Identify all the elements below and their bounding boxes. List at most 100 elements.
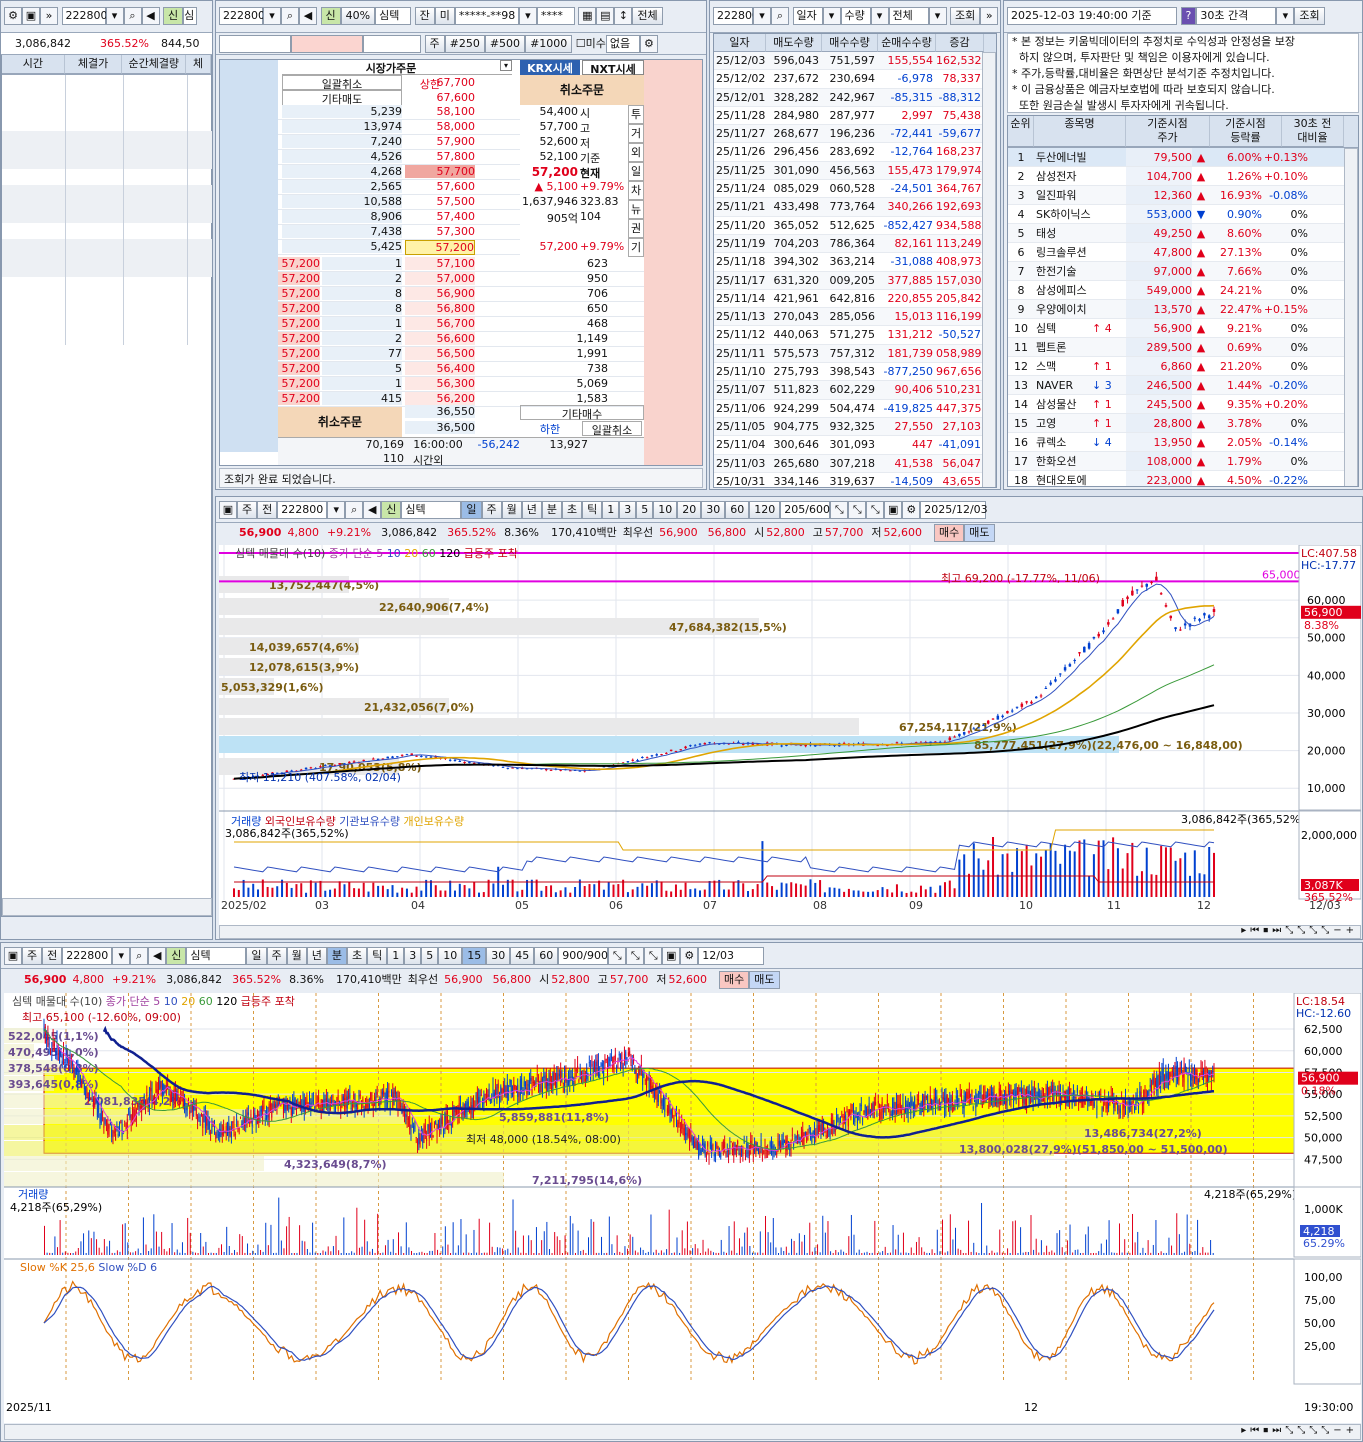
ask-price[interactable]: 57,400: [405, 210, 476, 223]
ranking-row[interactable]: 7 한전기술 97,000 ▲ 7.66% 0%: [1008, 262, 1358, 281]
interval-button[interactable]: 1: [602, 501, 620, 519]
forward-icon[interactable]: »: [40, 7, 58, 25]
vertical-scrollbar[interactable]: [982, 52, 996, 487]
period-button[interactable]: 초: [562, 501, 583, 519]
tool-icon[interactable]: ⤡: [830, 501, 849, 519]
ask-row[interactable]: 8,906 57,400: [278, 210, 520, 225]
ask-price[interactable]: 57,600: [405, 180, 476, 193]
bid-row[interactable]: 57,200 5 56,400 738: [278, 362, 644, 377]
tool-icon[interactable]: ⤡: [848, 501, 867, 519]
all-select[interactable]: 전체: [888, 7, 929, 25]
table-row[interactable]: 25/11/07 511,823 602,229 90,406 510,231: [714, 381, 996, 400]
account-input[interactable]: *****-**98: [454, 7, 519, 25]
col-header[interactable]: 매수수량: [822, 34, 878, 52]
stock-name[interactable]: 스맥: [1034, 357, 1092, 375]
tool-icon[interactable]: ▣: [884, 501, 903, 519]
interval-button[interactable]: 3: [404, 947, 422, 965]
interval-button[interactable]: 45: [510, 947, 535, 965]
speaker-icon[interactable]: ◀: [148, 947, 167, 965]
search-icon[interactable]: ⌕: [123, 7, 142, 25]
query-button[interactable]: 조회: [1294, 7, 1325, 25]
date-input[interactable]: 12/03: [698, 947, 765, 965]
dropdown-icon[interactable]: ▾: [105, 7, 124, 25]
ask-price[interactable]: 57,700: [405, 165, 475, 178]
side-button[interactable]: 차: [628, 181, 644, 200]
bid-price[interactable]: 57,000: [405, 272, 475, 285]
dropdown-icon[interactable]: ▾: [327, 501, 346, 519]
tool-icon[interactable]: ⤡: [608, 947, 627, 965]
period-button[interactable]: 주: [266, 947, 287, 965]
q1000-button[interactable]: #1000: [525, 35, 573, 53]
period-button[interactable]: 년: [521, 501, 542, 519]
ranking-row[interactable]: 15 고영 ↑ 1 28,800 ▲ 3.78% 0%: [1008, 414, 1358, 433]
interval-button[interactable]: 10: [653, 501, 678, 519]
interval-button[interactable]: 3: [619, 501, 637, 519]
search-icon[interactable]: ⌕: [771, 7, 789, 25]
stock-name[interactable]: 일진파워: [1034, 186, 1092, 204]
qty-input[interactable]: [219, 35, 291, 53]
tool-icon[interactable]: ⤡: [866, 501, 885, 519]
stock-name[interactable]: 두산에너빌리티: [1034, 148, 1092, 166]
table-row[interactable]: 25/11/12 440,063 571,275 131,212 -50,527: [714, 326, 996, 345]
ranking-row[interactable]: 12 스맥 ↑ 1 6,860 ▲ 21.20% 0%: [1008, 357, 1358, 376]
col-header[interactable]: 매도수량: [766, 34, 822, 52]
table-row[interactable]: 25/11/24 085,029 060,528 -24,501 364,767: [714, 180, 996, 199]
table-row[interactable]: 25/11/06 924,299 504,474 -419,825 447,375: [714, 399, 996, 418]
bid-price[interactable]: 56,700: [405, 317, 475, 330]
dropdown-icon[interactable]: ▾: [1276, 7, 1295, 25]
ask-price[interactable]: 57,300: [405, 225, 476, 238]
sell-button[interactable]: 매도: [964, 524, 995, 542]
period-button[interactable]: 주: [481, 501, 502, 519]
stock-name[interactable]: SK하이닉스: [1034, 205, 1092, 223]
table-row[interactable]: 25/11/21 433,498 773,764 340,266 192,693: [714, 198, 996, 217]
search-icon[interactable]: ⌕: [345, 501, 364, 519]
ask-row[interactable]: 4,526 57,800: [278, 150, 520, 165]
ask-price[interactable]: 57,800: [405, 150, 476, 163]
dropdown-icon[interactable]: ▾: [870, 7, 889, 25]
interval-button[interactable]: 60: [725, 501, 750, 519]
tool-icon[interactable]: ⚙: [902, 501, 921, 519]
side-button[interactable]: 권: [628, 219, 644, 238]
dropdown-icon[interactable]: ▾: [822, 7, 841, 25]
balance-button[interactable]: 잔: [414, 7, 435, 25]
window-icon[interactable]: ▤: [596, 7, 615, 25]
col-header[interactable]: 종목명: [1034, 116, 1126, 147]
period-button[interactable]: 월: [501, 501, 522, 519]
bid-row[interactable]: 57,200 77 56,500 1,991: [278, 347, 644, 362]
cancel-order-button-2[interactable]: 취소주문: [278, 407, 402, 437]
tool-icon[interactable]: ⤡: [644, 947, 663, 965]
ask-row[interactable]: 5,425 57,200: [278, 240, 520, 255]
cancel-all-bid-button[interactable]: 일괄취소: [582, 421, 642, 437]
tool-icon[interactable]: ⤡: [626, 947, 645, 965]
ranking-row[interactable]: 3 일진파워 12,360 ▲ 16.93% -0.08%: [1008, 186, 1358, 205]
speaker-icon[interactable]: ◀: [141, 7, 160, 25]
side-button[interactable]: 외: [628, 143, 644, 162]
period-button[interactable]: 틱: [367, 947, 388, 965]
price-input[interactable]: [291, 35, 363, 53]
unfilled-button[interactable]: 미: [434, 7, 455, 25]
col-extra[interactable]: 체: [186, 55, 211, 74]
cancel-order-button[interactable]: 취소주문: [520, 75, 644, 105]
col-header[interactable]: 증감: [936, 34, 984, 52]
ranking-row[interactable]: 14 삼성물산 ↑ 1 245,500 ▲ 9.35% +0.20%: [1008, 395, 1358, 414]
speaker-icon[interactable]: ◀: [299, 7, 317, 25]
stock-name[interactable]: 삼성물산: [1034, 395, 1092, 413]
col-instant-volume[interactable]: 순간체결량: [122, 55, 187, 74]
table-row[interactable]: 25/11/26 296,456 283,692 -12,764 168,237: [714, 143, 996, 162]
ranking-row[interactable]: 10 심텍 ↑ 4 56,900 ▲ 9.21% 0%: [1008, 319, 1358, 338]
ask-price[interactable]: 57,500: [405, 195, 476, 208]
stock-name[interactable]: 삼성에피스홀딩: [1034, 281, 1092, 299]
table-row[interactable]: 25/11/19 704,203 786,364 82,161 113,249: [714, 234, 996, 254]
ask-row[interactable]: 7,438 57,300: [278, 225, 520, 240]
ask-price[interactable]: 57,200: [405, 240, 475, 255]
stock-name[interactable]: 삼성전자: [1034, 167, 1092, 185]
ranking-row[interactable]: 16 큐렉소 ↓ 4 13,950 ▲ 2.05% -0.14%: [1008, 433, 1358, 452]
type-select[interactable]: 주: [237, 501, 258, 519]
amount-input[interactable]: [363, 35, 421, 53]
stock-name[interactable]: 큐렉소: [1034, 433, 1092, 451]
table-row[interactable]: 25/12/03 596,043 751,597 155,554 162,532: [714, 52, 996, 71]
ranking-row[interactable]: 5 태성 49,250 ▲ 8.60% 0%: [1008, 224, 1358, 243]
col-header[interactable]: 일자: [714, 34, 766, 52]
bid-price[interactable]: 56,600: [405, 332, 475, 345]
window-icon[interactable]: ▣: [219, 501, 237, 519]
